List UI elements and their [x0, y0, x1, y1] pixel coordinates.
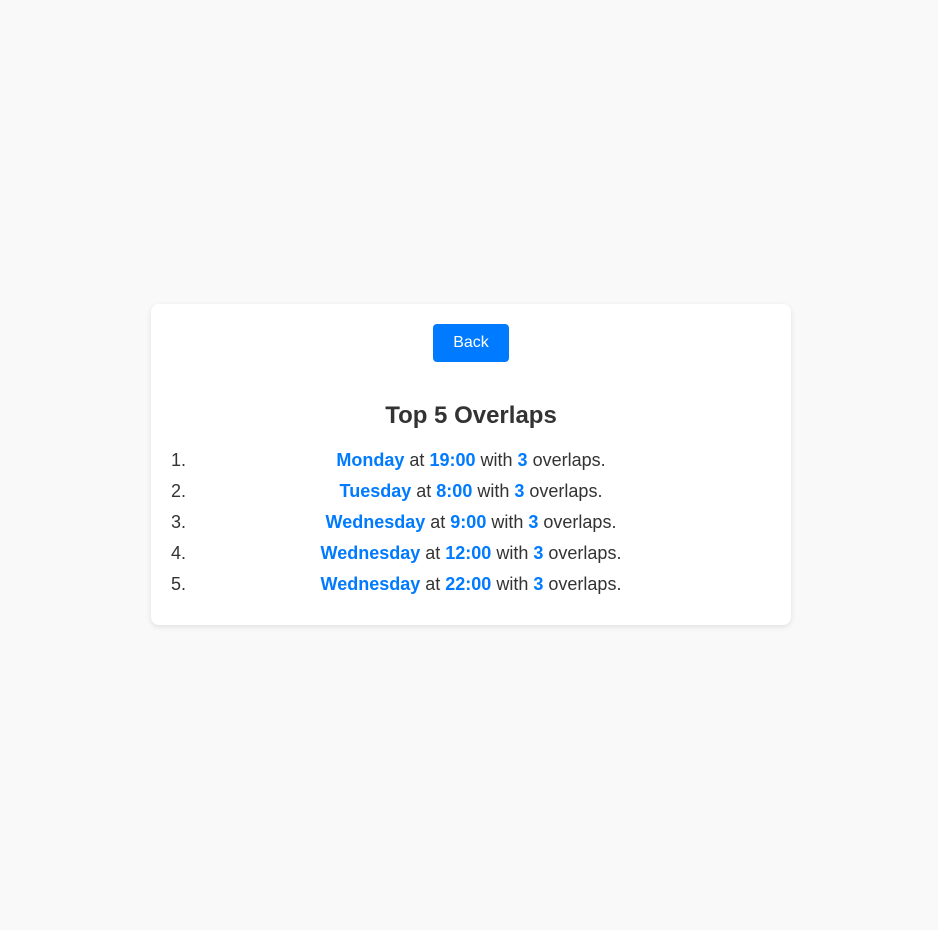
suffix-text: overlaps.: [529, 481, 603, 501]
overlaps-list: 1. Monday at 19:00 with 3 overlaps. 2. T…: [151, 445, 791, 600]
suffix-text: overlaps.: [543, 512, 617, 532]
day-label: Monday: [336, 450, 405, 470]
time-label: 9:00: [450, 512, 487, 532]
time-label: 19:00: [429, 450, 476, 470]
day-label: Tuesday: [339, 481, 412, 501]
list-item: 3. Wednesday at 9:00 with 3 overlaps.: [151, 507, 791, 538]
with-text: with: [480, 450, 513, 470]
item-number: 4.: [171, 543, 187, 563]
item-number: 5.: [171, 574, 187, 594]
page-title: Top 5 Overlaps: [385, 402, 557, 429]
back-button[interactable]: Back: [433, 324, 509, 362]
at-text: at: [416, 481, 432, 501]
item-number: 1.: [171, 450, 187, 470]
item-number: 2.: [171, 481, 187, 501]
suffix-text: overlaps.: [532, 450, 606, 470]
item-number: 3.: [171, 512, 187, 532]
suffix-text: overlaps.: [548, 543, 622, 563]
time-label: 12:00: [445, 543, 492, 563]
with-text: with: [496, 574, 529, 594]
list-item: 5. Wednesday at 22:00 with 3 overlaps.: [151, 569, 791, 600]
day-label: Wednesday: [320, 574, 421, 594]
day-label: Wednesday: [325, 512, 426, 532]
overlap-count: 3: [528, 512, 539, 532]
at-text: at: [425, 543, 441, 563]
at-text: at: [425, 574, 441, 594]
overlap-count: 3: [517, 450, 528, 470]
overlaps-card: Back Top 5 Overlaps 1. Monday at 19:00 w…: [151, 304, 791, 625]
at-text: at: [430, 512, 446, 532]
time-label: 8:00: [436, 481, 473, 501]
list-item: 1. Monday at 19:00 with 3 overlaps.: [151, 445, 791, 476]
overlap-count: 3: [514, 481, 525, 501]
day-label: Wednesday: [320, 543, 421, 563]
overlap-count: 3: [533, 543, 544, 563]
overlap-count: 3: [533, 574, 544, 594]
time-label: 22:00: [445, 574, 492, 594]
at-text: at: [409, 450, 425, 470]
list-item: 4. Wednesday at 12:00 with 3 overlaps.: [151, 538, 791, 569]
with-text: with: [491, 512, 524, 532]
list-item: 2. Tuesday at 8:00 with 3 overlaps.: [151, 476, 791, 507]
with-text: with: [496, 543, 529, 563]
with-text: with: [477, 481, 510, 501]
suffix-text: overlaps.: [548, 574, 622, 594]
